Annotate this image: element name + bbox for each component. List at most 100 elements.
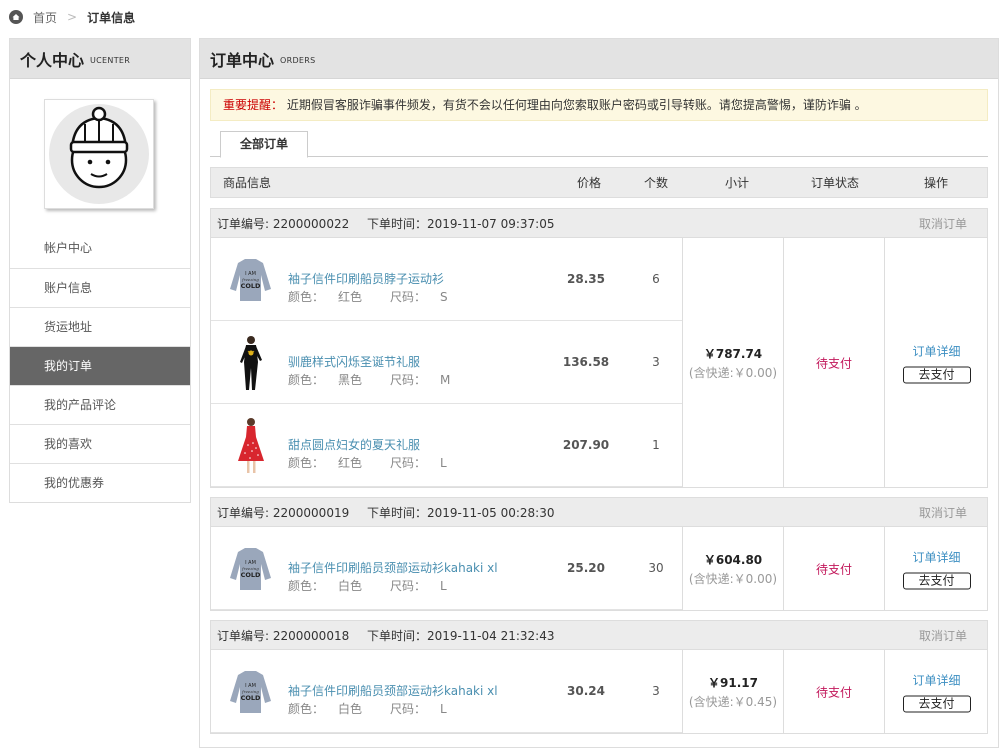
product-name-link[interactable]: 袖子信件印刷船员脖子运动衫 (288, 270, 444, 287)
order-shipping: (含快递:￥0.00) (688, 571, 778, 586)
sidebar-item-my-likes[interactable]: 我的喜欢 (10, 424, 190, 463)
product-color: 红色 (338, 290, 363, 304)
black-dress-product-image[interactable] (228, 332, 273, 392)
order-time: 2019-11-05 00:28:30 (427, 505, 555, 520)
order-time-label: 下单时间： (367, 628, 428, 643)
pay-button[interactable]: 去支付 (902, 366, 971, 383)
order-item-row: I AM freezing COLD 袖子信件印刷船员颈部运动衫kahaki xl … (211, 650, 682, 733)
breadcrumb-separator: > (67, 10, 78, 24)
red-dress-product-image[interactable] (228, 415, 273, 475)
order-no-label: 订单编号: (217, 216, 270, 231)
order-no: 2200000019 (272, 505, 350, 520)
product-price: 30.24 (567, 684, 605, 698)
sidebar-subtitle: UCENTER (90, 56, 131, 65)
product-size: S (440, 290, 448, 304)
product-spec: 颜色： 红色 尺码： L (288, 456, 447, 470)
order-shipping: (含快递:￥0.00) (688, 365, 778, 380)
main-title: 订单中心 (210, 50, 275, 70)
pay-button[interactable]: 去支付 (902, 572, 971, 589)
order-item-row: 驯鹿样式闪烁圣诞节礼服 颜色： 黑色 尺码： M 136.58 3 (211, 321, 682, 404)
col-header-op: 操作 (924, 176, 949, 190)
main-header: 订单中心 ORDERS (200, 39, 998, 79)
home-icon[interactable] (9, 10, 23, 24)
order-card: 订单编号: 2200000018 下单时间：2019-11-04 21:32:4… (210, 620, 988, 734)
sidebar-title: 个人中心 (20, 50, 85, 70)
product-price: 207.90 (562, 438, 610, 452)
pay-button[interactable]: 去支付 (902, 695, 971, 712)
product-color: 白色 (338, 702, 363, 716)
product-size: M (440, 373, 451, 387)
product-color: 白色 (338, 579, 363, 593)
sweatshirt-product-image[interactable]: I AMfreezingCOLD (228, 538, 273, 598)
col-header-subtotal: 小计 (725, 176, 750, 190)
breadcrumb-home-link[interactable]: 首页 (33, 9, 57, 26)
order-time: 2019-11-07 09:37:05 (427, 216, 555, 231)
product-size: L (440, 579, 447, 593)
order-status: 待支付 (815, 685, 852, 699)
product-spec: 颜色： 红色 尺码： S (288, 290, 448, 304)
order-shipping: (含快递:￥0.45) (688, 694, 778, 709)
order-time-label: 下单时间： (367, 216, 428, 231)
sidebar-item-product-reviews[interactable]: 我的产品评论 (10, 385, 190, 424)
order-no: 2200000018 (272, 628, 350, 643)
notice-label: 重要提醒： (223, 98, 284, 112)
tab-all-orders[interactable]: 全部订单 (220, 131, 308, 158)
product-qty: 3 (652, 684, 660, 698)
sidebar-item-my-orders[interactable]: 我的订单 (10, 346, 190, 385)
order-total: ￥787.74 (703, 346, 763, 361)
cancel-order-button[interactable]: 取消订单 (919, 215, 967, 232)
order-detail-link[interactable]: 订单详细 (885, 671, 988, 688)
col-header-info: 商品信息 (223, 176, 272, 190)
svg-text:COLD: COLD (241, 571, 261, 579)
product-name-link[interactable]: 甜点圆点妇女的夏天礼服 (288, 436, 420, 453)
avatar-face-icon (49, 104, 149, 204)
order-total: ￥91.17 (708, 675, 758, 690)
product-price: 25.20 (567, 561, 605, 575)
sidebar-item-coupons[interactable]: 我的优惠券 (10, 463, 190, 502)
product-spec: 颜色： 黑色 尺码： M (288, 373, 451, 387)
cancel-order-button[interactable]: 取消订单 (919, 627, 967, 644)
order-status: 待支付 (815, 356, 852, 370)
order-header: 订单编号: 2200000018 下单时间：2019-11-04 21:32:4… (211, 621, 987, 650)
order-header: 订单编号: 2200000022 下单时间：2019-11-07 09:37:0… (211, 209, 987, 238)
order-detail-link[interactable]: 订单详细 (885, 548, 988, 565)
cancel-order-button[interactable]: 取消订单 (919, 504, 967, 521)
sweatshirt-product-image[interactable]: I AMfreezingCOLD (228, 661, 273, 721)
svg-text:COLD: COLD (241, 694, 261, 702)
product-price: 136.58 (562, 355, 610, 369)
avatar[interactable] (44, 99, 154, 209)
sidebar-header: 个人中心 UCENTER (10, 39, 190, 79)
sweatshirt-product-image[interactable]: I AMfreezingCOLD (228, 249, 273, 309)
order-header: 订单编号: 2200000019 下单时间：2019-11-05 00:28:3… (211, 498, 987, 527)
product-size: L (440, 456, 447, 470)
notice-text: 近期假冒客服诈骗事件频发，有货不会以任何理由向您索取账户密码或引导转账。请您提高… (286, 98, 867, 112)
col-header-price: 价格 (577, 176, 602, 190)
order-status: 待支付 (815, 562, 852, 576)
order-time-label: 下单时间： (367, 505, 428, 520)
order-item-row: I AM freezing COLD 袖子信件印刷船员颈部运动衫kahaki xl … (211, 527, 682, 610)
product-name-link[interactable]: 袖子信件印刷船员颈部运动衫kahaki xl (288, 559, 498, 576)
product-name-link[interactable]: 袖子信件印刷船员颈部运动衫kahaki xl (288, 682, 498, 699)
svg-text:COLD: COLD (241, 282, 261, 290)
security-notice: 重要提醒： 近期假冒客服诈骗事件频发，有货不会以任何理由向您索取账户密码或引导转… (210, 89, 988, 121)
table-header: 商品信息 价格 个数 小计 订单状态 操作 (210, 167, 988, 198)
sidebar-item-shipping-address[interactable]: 货运地址 (10, 307, 190, 346)
product-qty: 30 (648, 561, 664, 575)
product-color: 黑色 (338, 373, 363, 387)
product-color: 红色 (338, 456, 363, 470)
product-qty: 3 (652, 355, 660, 369)
product-qty: 1 (652, 438, 660, 452)
product-name-link[interactable]: 驯鹿样式闪烁圣诞节礼服 (288, 353, 420, 370)
order-card: 订单编号: 2200000019 下单时间：2019-11-05 00:28:3… (210, 497, 988, 611)
order-item-row: 甜点圆点妇女的夏天礼服 颜色： 红色 尺码： L 207.90 1 (211, 404, 682, 487)
sidebar-item-account-center[interactable]: 帐户中心 (10, 229, 190, 268)
order-no-label: 订单编号: (217, 628, 270, 643)
product-price: 28.35 (567, 272, 605, 286)
col-header-qty: 个数 (644, 176, 669, 190)
breadcrumb-current: 订单信息 (87, 10, 136, 25)
product-spec: 颜色： 白色 尺码： L (288, 579, 447, 593)
breadcrumb: 首页 > 订单信息 (9, 8, 135, 26)
sidebar-item-account-info[interactable]: 账户信息 (10, 268, 190, 307)
order-detail-link[interactable]: 订单详细 (885, 342, 988, 359)
order-tabs: 全部订单 (210, 130, 988, 158)
